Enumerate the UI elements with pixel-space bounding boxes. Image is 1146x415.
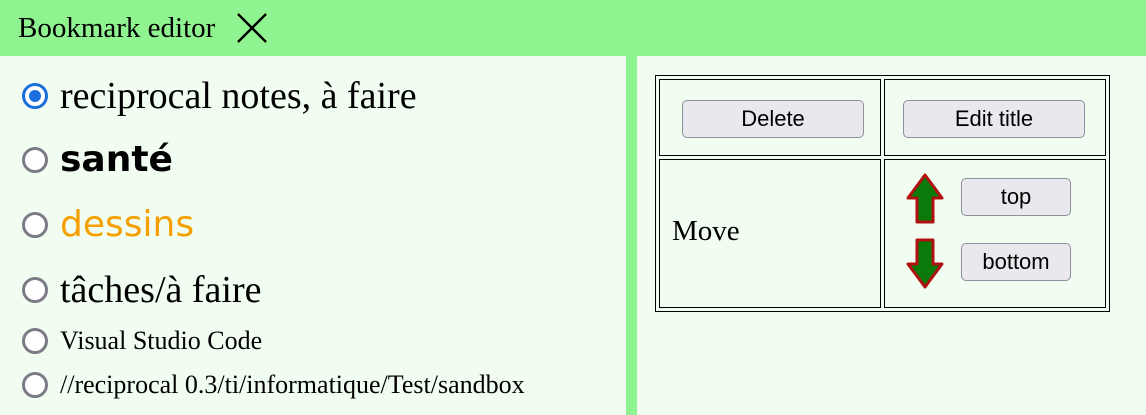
arrow-down-icon[interactable]: [905, 236, 945, 290]
delete-cell: Delete: [659, 79, 881, 156]
panel-divider[interactable]: [626, 56, 637, 415]
bookmark-radio[interactable]: [22, 372, 48, 398]
bookmark-item[interactable]: santé: [22, 139, 173, 180]
bookmark-item[interactable]: tâches/à faire: [22, 268, 261, 312]
bookmark-label: Visual Studio Code: [60, 326, 263, 355]
bookmark-label: dessins: [60, 204, 195, 245]
bookmark-radio[interactable]: [22, 146, 48, 173]
actions-table: Delete Edit title Move top bottom: [655, 75, 1110, 312]
bookmark-list: reciprocal notes, à faire santé dessins …: [0, 56, 626, 415]
delete-button[interactable]: Delete: [682, 100, 864, 138]
window-title: Bookmark editor: [18, 11, 216, 44]
close-icon: [237, 13, 268, 43]
bookmark-label: reciprocal notes, à faire: [60, 75, 417, 117]
close-button[interactable]: [235, 11, 269, 45]
bookmark-label: //reciprocal 0.3/ti/informatique/Test/sa…: [60, 370, 525, 399]
bookmark-item[interactable]: reciprocal notes, à faire: [22, 74, 417, 118]
move-controls-cell: top bottom: [884, 159, 1106, 308]
move-label: Move: [672, 215, 740, 247]
bookmark-item[interactable]: //reciprocal 0.3/ti/informatique/Test/sa…: [22, 370, 525, 400]
bookmark-item[interactable]: dessins: [22, 204, 194, 245]
title-bar: Bookmark editor: [0, 0, 1146, 56]
move-top-button[interactable]: top: [961, 178, 1071, 216]
actions-panel: Delete Edit title Move top bottom: [637, 56, 1146, 415]
bookmark-radio[interactable]: [22, 277, 48, 303]
move-bottom-button[interactable]: bottom: [961, 243, 1071, 281]
arrow-up-icon[interactable]: [905, 172, 945, 226]
bookmark-item[interactable]: Visual Studio Code: [22, 326, 262, 356]
bookmark-label: tâches/à faire: [60, 269, 262, 311]
bookmark-radio[interactable]: [22, 328, 48, 354]
move-label-cell: Move: [659, 159, 881, 308]
bookmark-label: santé: [60, 139, 173, 180]
edit-title-cell: Edit title: [884, 79, 1106, 156]
bookmark-radio[interactable]: [22, 83, 48, 109]
edit-title-button[interactable]: Edit title: [903, 100, 1085, 138]
bookmark-radio[interactable]: [22, 211, 48, 238]
